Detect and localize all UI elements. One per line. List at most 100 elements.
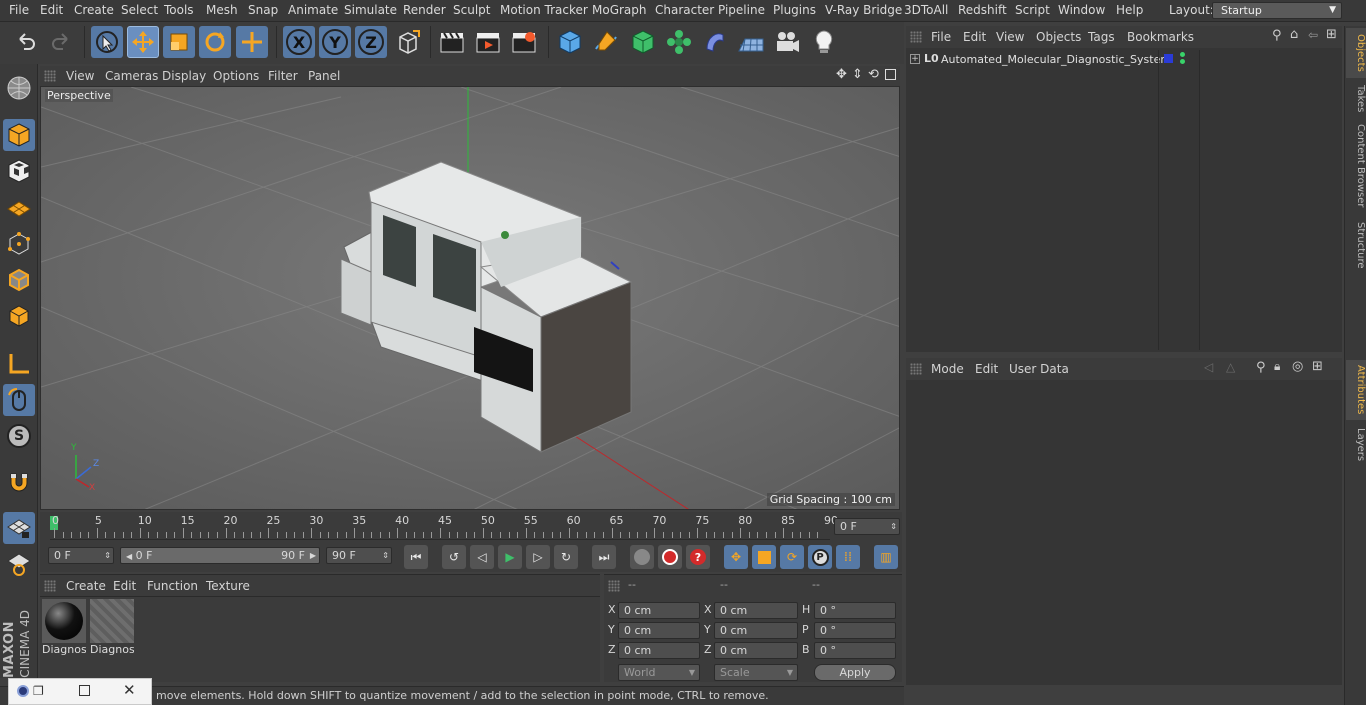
locked-workplane-button[interactable] [3, 512, 35, 544]
viewport-scroll-icon[interactable]: ⇕ [852, 67, 863, 82]
previous-frame-button[interactable]: ◁ [470, 545, 494, 569]
attribute-menu-edit[interactable]: Edit [975, 362, 998, 376]
menu-select[interactable]: Select [121, 3, 158, 17]
viewport-rotate-icon[interactable]: ⟲ [868, 67, 879, 82]
menu-animate[interactable]: Animate [288, 3, 338, 17]
position-key-toggle[interactable]: ✥ [724, 545, 748, 569]
back-arrow-icon[interactable]: ⇦ [1308, 28, 1318, 42]
panel-grip-icon[interactable] [910, 363, 922, 375]
size-mode-dropdown[interactable]: Scale ▼ [714, 664, 798, 681]
viewport-menu-cameras[interactable]: Cameras [105, 69, 158, 83]
target-icon[interactable]: ◎ [1292, 359, 1303, 374]
lock-icon[interactable]: 🔒︎ [1274, 359, 1280, 374]
render-to-picture-viewer-button[interactable] [472, 26, 504, 58]
solo-mode-button[interactable]: S [3, 420, 35, 452]
y-axis-lock-button[interactable]: Y [319, 26, 351, 58]
panel-grip-icon[interactable] [910, 31, 922, 43]
recent-tool-button[interactable] [236, 26, 268, 58]
start-frame-field[interactable]: 0 F ⇕ [48, 547, 114, 564]
tweak-mode-button[interactable] [3, 384, 35, 416]
point-level-toggle[interactable]: ⁞⁞ [836, 545, 860, 569]
object-menu-bookmarks[interactable]: Bookmarks [1127, 30, 1194, 44]
frame-ruler[interactable]: 0 5 10 15 20 25 30 35 40 45 50 55 60 65 70 75 80 85 90 [50, 512, 838, 540]
menu-mograph[interactable]: MoGraph [592, 3, 647, 17]
rotation-h-field[interactable]: 0 ° [814, 602, 896, 619]
new-view-icon[interactable]: ⊞ [1326, 27, 1337, 42]
up-arrow-icon[interactable]: △ [1226, 360, 1235, 374]
camera-name-label[interactable]: Perspective [45, 89, 113, 102]
object-menu-edit[interactable]: Edit [963, 30, 986, 44]
render-view-button[interactable] [436, 26, 468, 58]
size-x-field[interactable]: 0 cm [714, 602, 798, 619]
tab-objects[interactable]: Objects [1346, 28, 1366, 78]
add-camera-button[interactable] [771, 26, 803, 58]
material-menu-create[interactable]: Create [66, 579, 106, 593]
go-to-end-button[interactable]: ⏭ [592, 545, 616, 569]
parameter-key-toggle[interactable]: P [808, 545, 832, 569]
viewport-menu-options[interactable]: Options [213, 69, 259, 83]
size-z-field[interactable]: 0 cm [714, 642, 798, 659]
material-menu-edit[interactable]: Edit [113, 579, 136, 593]
live-selection-button[interactable] [91, 26, 123, 58]
back-arrow-icon[interactable]: ◁ [1204, 360, 1213, 374]
view-mode-button[interactable] [3, 72, 35, 104]
render-settings-button[interactable] [508, 26, 540, 58]
expand-plus-icon[interactable]: + [910, 54, 920, 64]
texture-mode-button[interactable] [3, 155, 35, 187]
add-mograph-cloner-button[interactable] [663, 26, 695, 58]
object-menu-file[interactable]: File [931, 30, 951, 44]
menu-redshift[interactable]: Redshift [958, 3, 1007, 17]
x-axis-lock-button[interactable]: X [283, 26, 315, 58]
tab-layers[interactable]: Layers [1346, 424, 1366, 462]
z-axis-lock-button[interactable]: Z [355, 26, 387, 58]
current-frame-field[interactable]: 0 F ⇕ [834, 518, 900, 535]
timeline-ruler[interactable]: 0 5 10 15 20 25 30 35 40 45 50 55 60 65 70 75 80 85 90 0 F… [40, 512, 902, 542]
menu-tools[interactable]: Tools [164, 3, 194, 17]
coordinate-space-dropdown[interactable]: World ▼ [618, 664, 700, 681]
workplane-mode-button[interactable] [3, 192, 35, 224]
add-floor-button[interactable] [735, 26, 767, 58]
panel-grip-icon[interactable] [608, 580, 620, 592]
position-x-field[interactable]: 0 cm [618, 602, 700, 619]
scale-tool-button[interactable] [163, 26, 195, 58]
menu-script[interactable]: Script [1015, 3, 1050, 17]
object-menu-tags[interactable]: Tags [1088, 30, 1115, 44]
viewport-menu-display[interactable]: Display [162, 69, 206, 83]
move-tool-button[interactable] [127, 26, 159, 58]
coordinate-system-button[interactable] [392, 26, 424, 58]
workplane-tool-button[interactable] [3, 548, 35, 580]
attribute-menu-user-data[interactable]: User Data [1009, 362, 1069, 376]
next-frame-button[interactable]: ▷ [526, 545, 550, 569]
viewport-maximize-icon[interactable] [885, 69, 896, 80]
menu-create[interactable]: Create [74, 3, 114, 17]
home-icon[interactable]: ⌂ [1290, 27, 1298, 42]
editor-visibility-dot[interactable] [1180, 52, 1185, 57]
size-y-field[interactable]: 0 cm [714, 622, 798, 639]
menu-character[interactable]: Character [655, 3, 714, 17]
material-menu-texture[interactable]: Texture [206, 579, 250, 593]
panel-grip-icon[interactable] [44, 580, 56, 592]
object-menu-objects[interactable]: Objects [1036, 30, 1081, 44]
go-to-start-button[interactable]: ⏮ [404, 545, 428, 569]
menu-plugins[interactable]: Plugins [773, 3, 816, 17]
menu-vray-bridge[interactable]: V-Ray Bridge [825, 3, 902, 17]
material-swatch-2[interactable]: Diagnos [90, 599, 134, 657]
object-row[interactable]: + L0 Automated_Molecular_Diagnostic_Syst… [906, 50, 1342, 350]
menu-simulate[interactable]: Simulate [344, 3, 397, 17]
keyframe-selection-button[interactable]: ? [686, 545, 710, 569]
record-keys-button[interactable] [630, 545, 654, 569]
close-icon[interactable]: ✕ [123, 681, 136, 699]
menu-mesh[interactable]: Mesh [206, 3, 238, 17]
rotation-p-field[interactable]: 0 ° [814, 622, 896, 639]
menu-sculpt[interactable]: Sculpt [453, 3, 490, 17]
polygons-mode-button[interactable] [3, 300, 35, 332]
search-icon[interactable]: ⚲ [1256, 360, 1266, 375]
rotate-tool-button[interactable] [199, 26, 231, 58]
model-mode-button[interactable] [3, 119, 35, 151]
end-frame-field[interactable]: 90 F ⇕ [326, 547, 392, 564]
menu-3dtoall[interactable]: 3DToAll [904, 3, 948, 17]
material-menu-function[interactable]: Function [147, 579, 198, 593]
add-subdivision-button[interactable] [627, 26, 659, 58]
autokey-button[interactable] [658, 545, 682, 569]
rotation-b-field[interactable]: 0 ° [814, 642, 896, 659]
